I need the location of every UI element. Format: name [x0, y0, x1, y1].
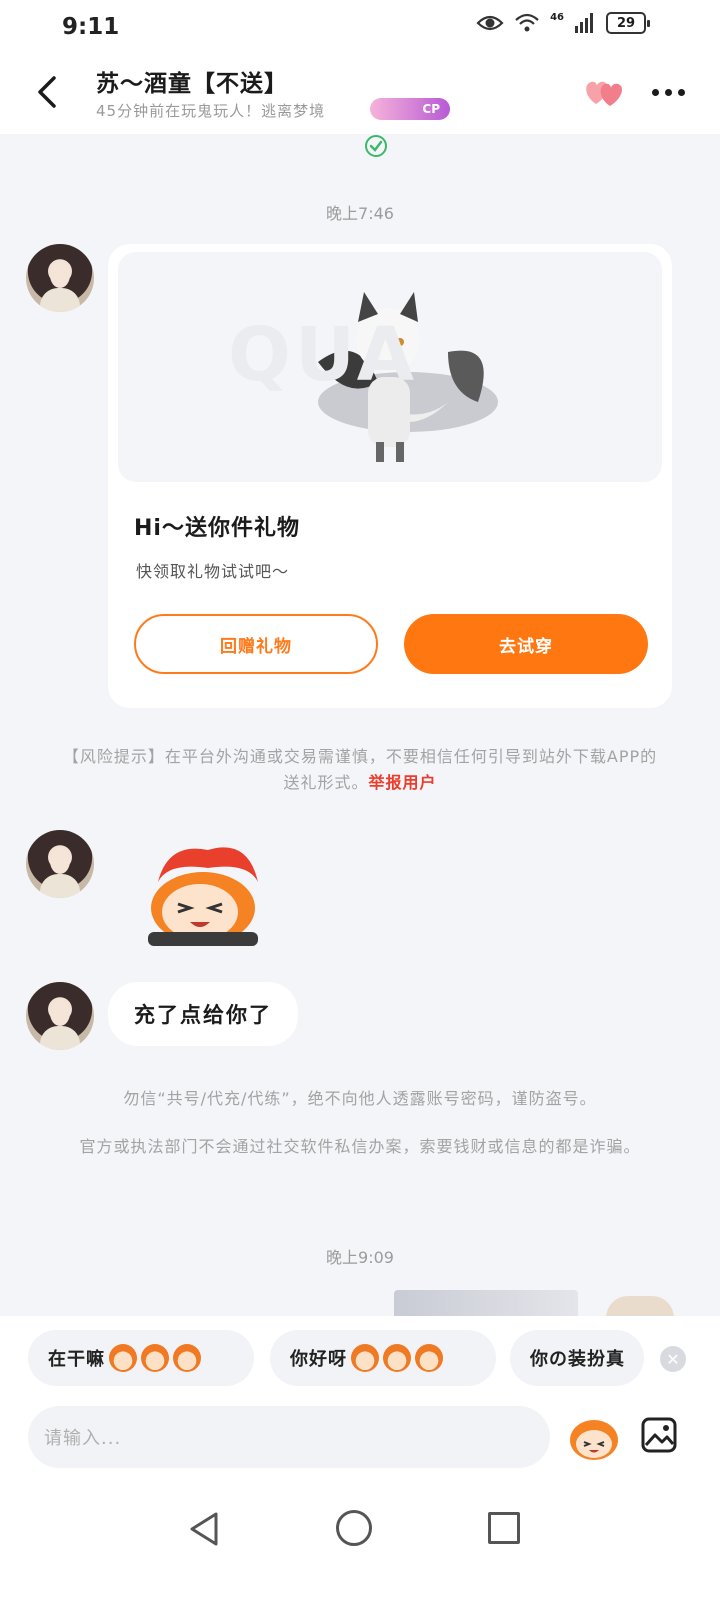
fraud-warning: 官方或执法部门不会通过社交软件私信办案，索要钱财或信息的都是诈骗。 [79, 1137, 641, 1156]
text-message: 充了点给你了 [134, 1003, 272, 1027]
emoji-icon [351, 1344, 379, 1372]
system-nav-bar [0, 1480, 720, 1600]
chat-status: 45分钟前在玩鬼玩人！逃离梦境 [96, 102, 326, 120]
network-type: 46 [550, 11, 564, 23]
emoji-icon [173, 1344, 201, 1372]
avatar[interactable] [26, 244, 94, 312]
nav-recents-icon[interactable] [488, 1512, 520, 1544]
avatar[interactable] [26, 830, 94, 898]
quick-reply-chip[interactable]: 你の装扮真 [510, 1330, 644, 1386]
emoji-icon [141, 1344, 169, 1372]
quick-reply-chip[interactable]: 你好呀 [270, 1330, 496, 1386]
avatar[interactable] [26, 982, 94, 1050]
emoji-icon [415, 1344, 443, 1372]
close-icon[interactable]: ✕ [660, 1346, 686, 1372]
emoji-icon [383, 1344, 411, 1372]
image-icon[interactable] [640, 1416, 678, 1454]
message-time: 晚上9:09 [326, 1248, 394, 1267]
risk-notice-text: 【风险提示】在平台外沟通或交易需谨慎，不要相信任何引导到站外下载APP的送礼形式… [62, 747, 658, 792]
chat-header: 苏～酒童【不送】 45分钟前在玩鬼玩人！逃离梦境 CP [0, 54, 720, 134]
sent-image[interactable] [394, 1290, 578, 1316]
nav-back-icon[interactable] [186, 1510, 222, 1548]
risk-notice: 【风险提示】在平台外沟通或交易需谨慎，不要相信任何引导到站外下载APP的送礼形式… [60, 744, 660, 796]
eye-icon [476, 15, 504, 31]
cp-badge-label: CP [422, 102, 440, 116]
quick-reply-chip[interactable]: 在干嘛 [28, 1330, 254, 1386]
status-bar: 9:11 46 29 [0, 0, 720, 54]
status-icons: 46 29 [476, 11, 650, 34]
battery-level: 29 [616, 15, 636, 31]
check-icon [365, 135, 387, 157]
more-icon[interactable] [652, 82, 692, 102]
message-input[interactable]: 请输入... [28, 1406, 550, 1468]
battery-icon: 29 [606, 12, 650, 34]
signal-icon [575, 13, 593, 33]
quick-reply-label: 你の装扮真 [530, 1349, 625, 1370]
my-avatar[interactable] [606, 1296, 674, 1318]
status-time: 9:11 [62, 14, 120, 40]
gift-image[interactable]: QUA [118, 252, 662, 482]
gift-subtitle: 快领取礼物试试吧～ [136, 562, 290, 581]
chat-title: 苏～酒童【不送】 [96, 71, 288, 97]
nav-home-icon[interactable] [336, 1510, 372, 1546]
gift-title: Hi～送你件礼物 [134, 516, 300, 541]
try-on-button[interactable]: 去试穿 [404, 614, 648, 674]
wifi-icon [515, 13, 539, 32]
account-warning: 勿信“共号/代充/代练”，绝不向他人透露账号密码，谨防盗号。 [123, 1089, 597, 1108]
gift-card: QUA Hi～送你件礼物 快领取礼物试试吧～ 回赠礼物 去试穿 [108, 244, 672, 708]
text-message-bubble[interactable]: 充了点给你了 [108, 982, 298, 1046]
report-user-link[interactable]: 举报用户 [369, 773, 437, 792]
sticker-image[interactable] [138, 842, 268, 948]
message-time: 晚上7:46 [326, 204, 394, 223]
emoji-icon [109, 1344, 137, 1372]
input-placeholder: 请输入... [44, 1428, 122, 1449]
return-gift-button[interactable]: 回赠礼物 [134, 614, 378, 674]
sticker-icon[interactable] [568, 1414, 620, 1462]
back-icon[interactable] [30, 72, 66, 112]
quick-reply-label: 你好呀 [290, 1349, 347, 1370]
quick-reply-label: 在干嘛 [48, 1349, 105, 1370]
hearts-icon[interactable] [582, 74, 626, 110]
cp-badge[interactable]: CP [370, 98, 450, 120]
